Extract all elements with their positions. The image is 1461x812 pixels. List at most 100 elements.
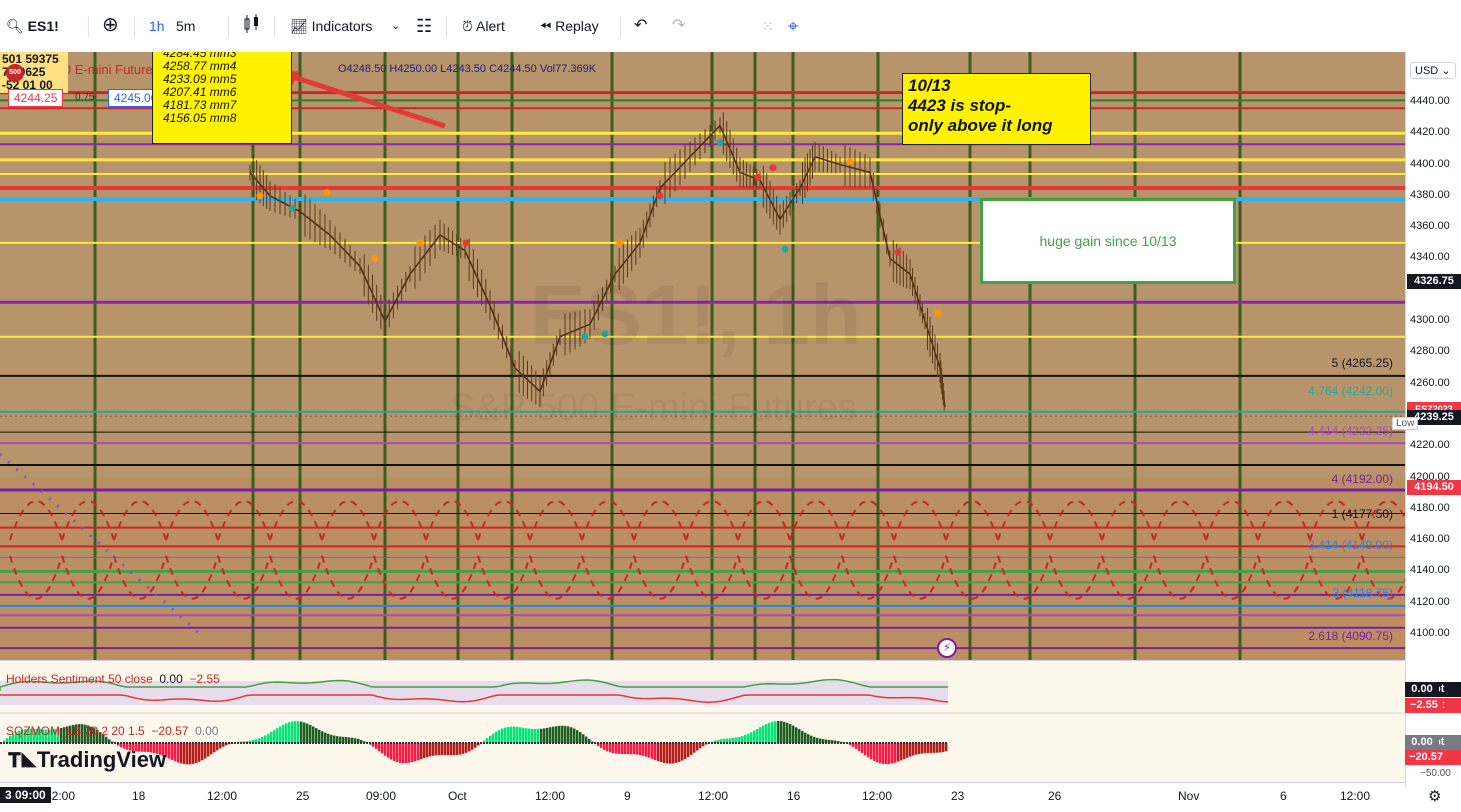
- sqz-bar: [606, 743, 609, 751]
- sqz-bar: [669, 743, 672, 764]
- time-axis[interactable]: 12:001812:002509:00Oct12:00912:001612:00…: [0, 782, 1405, 812]
- sqz-bar: [630, 743, 633, 754]
- sqz-bar: [270, 732, 273, 743]
- sqz-dot: [477, 742, 479, 744]
- sqz-bar: [810, 736, 813, 743]
- replay-button[interactable]: ⏪︎ Replay: [540, 14, 599, 38]
- price-chart[interactable]: ES1!, 1h S&P 500 E-mini Futures S&P 500 …: [0, 52, 1405, 660]
- sqz-dot: [915, 742, 917, 744]
- price-axis[interactable]: USD ⌄ 4440.004420.004400.004380.004360.0…: [1405, 52, 1461, 787]
- sqz-dot: [225, 742, 227, 744]
- drag-handle-icon[interactable]: ⁙: [762, 14, 774, 38]
- undo-icon[interactable]: ↶: [634, 14, 647, 38]
- alert-button[interactable]: ⏰︎ Alert: [462, 14, 505, 38]
- sqz-dot: [234, 742, 236, 744]
- sqz-dot: [159, 742, 161, 744]
- sqz-bar: [216, 743, 219, 750]
- sqz-dot: [564, 742, 566, 744]
- sqz-dot: [351, 742, 353, 744]
- signal-marker: [935, 310, 942, 317]
- sqz-dot: [456, 742, 458, 744]
- sqz-dot: [705, 742, 707, 744]
- sqz-dot: [390, 742, 392, 744]
- redo-icon[interactable]: ↷: [672, 14, 685, 38]
- chevron-down-icon[interactable]: ⌄: [391, 14, 400, 38]
- sqz-dot: [657, 742, 659, 744]
- bid-price[interactable]: 4244.25: [8, 89, 63, 107]
- sqz-dot: [408, 742, 410, 744]
- sqz-bar: [906, 743, 909, 758]
- sqz-bar: [522, 728, 525, 743]
- sqz-dot: [396, 742, 398, 744]
- sqz-bar: [204, 743, 207, 758]
- sqz-dot: [84, 742, 86, 744]
- note-10-13[interactable]: 10/13 4423 is stop- only above it long: [902, 73, 1091, 145]
- interval-1h[interactable]: 1h: [149, 14, 165, 38]
- sqz-bar: [564, 726, 567, 743]
- sqz-dot: [315, 742, 317, 744]
- mm-levels-note[interactable]: 4284.45 mm3 4258.77 mm4 4233.09 mm5 4207…: [152, 52, 292, 144]
- price-tick: 4280.00: [1410, 345, 1450, 357]
- sqz-dot: [342, 742, 344, 744]
- sqz-dot: [462, 742, 464, 744]
- sqz-bar: [642, 743, 645, 756]
- sqz-dot: [174, 742, 176, 744]
- sqz-dot: [480, 742, 482, 744]
- price-tick: 4180.00: [1410, 502, 1450, 514]
- currency-selector[interactable]: USD ⌄: [1410, 62, 1456, 79]
- candles-icon[interactable]: [243, 14, 261, 38]
- indicators-button[interactable]: 📈︎ Indicators: [290, 14, 372, 38]
- sqz-dot: [936, 742, 938, 744]
- settings-gear-icon[interactable]: ⚙︎: [1428, 787, 1441, 805]
- sqz-bar: [657, 743, 660, 761]
- sqz-bar: [768, 723, 771, 743]
- sqz-dot: [321, 742, 323, 744]
- sqz-dot: [585, 742, 587, 744]
- sentiment-legend[interactable]: Holders Sentiment 50 close 0.00 −2.55: [6, 672, 220, 686]
- sqz-bar: [909, 743, 912, 757]
- sqz-dot: [30, 742, 32, 744]
- sqz-dot: [51, 742, 53, 744]
- alert-label: Alert: [476, 18, 505, 34]
- price-tick: 4220.00: [1410, 439, 1450, 451]
- sqz-bar: [447, 743, 450, 755]
- indicator-panes[interactable]: Holders Sentiment 50 close 0.00 −2.55 SQ…: [0, 660, 1405, 783]
- symbol-search[interactable]: 🔍︎ ES1!: [6, 14, 59, 38]
- sqz-dot: [3, 742, 5, 744]
- sqz-dot: [114, 742, 116, 744]
- sqz-dot: [282, 742, 284, 744]
- signal-marker: [617, 239, 624, 246]
- interval-5m[interactable]: 5m: [176, 14, 195, 38]
- huge-gain-note[interactable]: huge gain since 10/13: [980, 198, 1236, 284]
- sqz-dot: [90, 742, 92, 744]
- sqz-bar: [312, 726, 315, 743]
- layouts-icon[interactable]: ☷: [416, 14, 432, 38]
- lightning-icon[interactable]: ⚡︎: [937, 638, 957, 658]
- price-tick: 4120.00: [1410, 596, 1450, 608]
- sqz-bar: [423, 743, 426, 758]
- sqz-dot: [483, 742, 485, 744]
- sqz-dot: [768, 742, 770, 744]
- crosshair-icon[interactable]: ⌖: [788, 14, 798, 38]
- sqz-dot: [105, 742, 107, 744]
- sqz-bar: [333, 736, 336, 743]
- price-tick: 4420.00: [1410, 126, 1450, 138]
- sqz-dot: [618, 742, 620, 744]
- sqz-bar: [417, 743, 420, 760]
- compare-add-icon[interactable]: ⊕: [102, 14, 119, 38]
- sqz-dot: [687, 742, 689, 744]
- sqz-dot: [648, 742, 650, 744]
- sqz-dot: [939, 742, 941, 744]
- sqz-dot: [510, 742, 512, 744]
- sqz-bar: [465, 743, 468, 753]
- sqzmom-legend[interactable]: SQZMOM_LB 20 2 20 1.5 −20.57 0.00: [6, 724, 218, 738]
- sqz-dot: [81, 742, 83, 744]
- sqz-dot: [528, 742, 530, 744]
- sqz-bar: [501, 729, 504, 743]
- sqz-dot: [843, 742, 845, 744]
- sqz-dot: [507, 742, 509, 744]
- sqz-bar: [759, 727, 762, 743]
- sqz-bar: [570, 727, 573, 743]
- fib-label: 3.414 (4149.00): [1308, 538, 1393, 552]
- sqz-bar: [942, 743, 945, 752]
